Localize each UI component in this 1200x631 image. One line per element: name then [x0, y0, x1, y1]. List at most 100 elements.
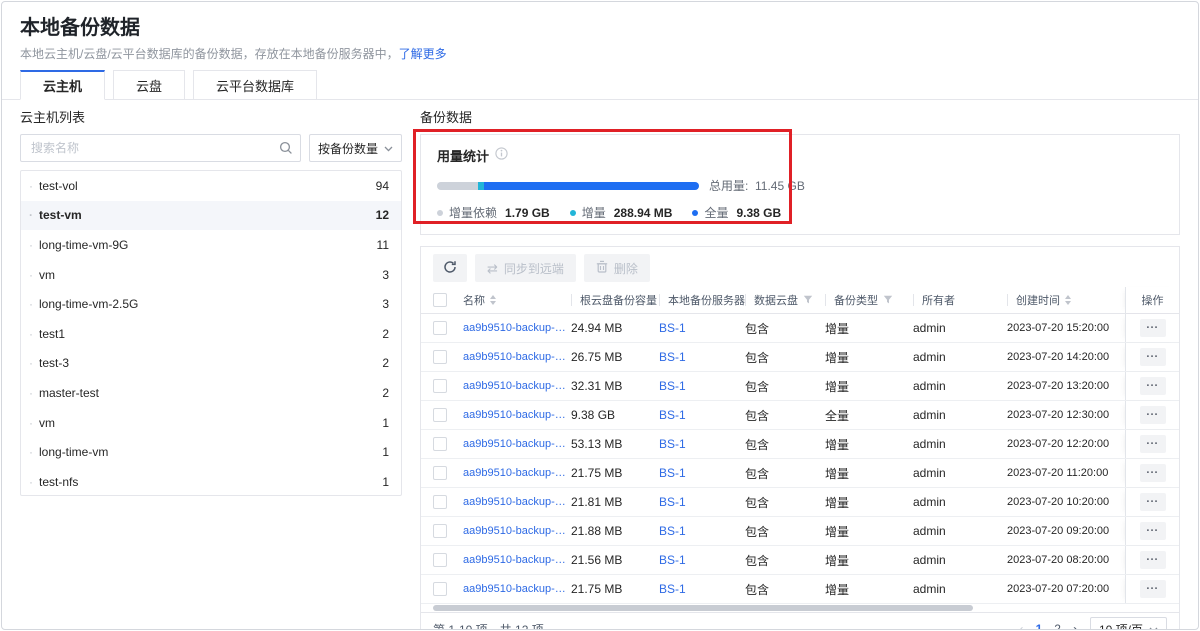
tab-platform-database[interactable]: 云平台数据库: [193, 70, 317, 100]
created-time: 2023-07-20 10:20:00: [1007, 496, 1109, 508]
more-actions-button[interactable]: [1140, 551, 1166, 569]
sort-select[interactable]: 按备份数量: [309, 134, 402, 162]
filter-icon[interactable]: [883, 295, 893, 305]
backup-server-link[interactable]: BS-1: [659, 350, 686, 364]
select-all-checkbox[interactable]: [433, 293, 447, 307]
search-wrap: [20, 134, 301, 162]
host-list-item[interactable]: vm 3: [21, 260, 401, 290]
backup-name-link[interactable]: aa9b9510-backup-2023-07-...: [463, 496, 571, 508]
backup-size: 24.94 MB: [571, 321, 622, 335]
host-list-item[interactable]: master-test 2: [21, 378, 401, 408]
backup-size: 32.31 MB: [571, 379, 622, 393]
table-header-row: 名称 根云盘备份容量 本地备份服务器: [421, 287, 1179, 314]
page-number-button[interactable]: 1: [1036, 623, 1043, 630]
usage-progress-bar: [437, 182, 699, 190]
bullet-icon: [29, 386, 39, 400]
more-actions-button[interactable]: [1140, 319, 1166, 337]
sort-icon[interactable]: [490, 295, 496, 305]
host-backup-count: 11: [377, 238, 389, 252]
row-checkbox[interactable]: [433, 321, 447, 335]
backup-name-link[interactable]: aa9b9510-backup-2023-07-...: [463, 322, 571, 334]
horizontal-scrollbar-thumb[interactable]: [433, 605, 973, 611]
more-actions-button[interactable]: [1140, 377, 1166, 395]
page-number-button[interactable]: 2: [1054, 623, 1061, 630]
row-checkbox[interactable]: [433, 553, 447, 567]
backup-name-link[interactable]: aa9b9510-backup-2023-07-...: [463, 351, 571, 363]
backup-server-link[interactable]: BS-1: [659, 408, 686, 422]
row-checkbox[interactable]: [433, 524, 447, 538]
legend-value: 288.94 MB: [614, 206, 673, 220]
tab-cloud-disk[interactable]: 云盘: [113, 70, 185, 100]
host-list-item[interactable]: test-3 2: [21, 349, 401, 379]
host-name: long-time-vm-9G: [39, 238, 377, 252]
table-toolbar: ⇄ 同步到远端 删除: [421, 247, 1179, 287]
backup-table-card: ⇄ 同步到远端 删除 名称: [420, 246, 1180, 630]
host-list-item[interactable]: long-time-vm-2.5G 3: [21, 289, 401, 319]
host-list-item[interactable]: test1 2: [21, 319, 401, 349]
filter-icon[interactable]: [803, 295, 813, 305]
backup-server-link[interactable]: BS-1: [659, 321, 686, 335]
backup-server-link[interactable]: BS-1: [659, 553, 686, 567]
backup-size: 26.75 MB: [571, 350, 622, 364]
backup-server-link[interactable]: BS-1: [659, 466, 686, 480]
usage-total: 总用量: 11.45 GB: [709, 177, 805, 194]
prev-page-button[interactable]: ‹: [1019, 622, 1024, 631]
backup-type: 增量: [825, 494, 849, 511]
more-actions-button[interactable]: [1140, 580, 1166, 598]
page-size-select[interactable]: 10 项/页: [1090, 617, 1167, 630]
sync-to-remote-button[interactable]: ⇄ 同步到远端: [475, 254, 576, 282]
delete-button[interactable]: 删除: [584, 254, 650, 282]
info-icon[interactable]: [495, 147, 508, 165]
backup-server-link[interactable]: BS-1: [659, 379, 686, 393]
legend-dot-icon: [570, 210, 576, 216]
row-checkbox[interactable]: [433, 582, 447, 596]
backup-name-link[interactable]: aa9b9510-backup-2023-07-...: [463, 438, 571, 450]
learn-more-link[interactable]: 了解更多: [399, 47, 447, 61]
row-checkbox[interactable]: [433, 350, 447, 364]
more-actions-button[interactable]: [1140, 348, 1166, 366]
row-checkbox[interactable]: [433, 437, 447, 451]
search-input[interactable]: [20, 134, 301, 162]
row-checkbox[interactable]: [433, 408, 447, 422]
column-header-root-disk-capacity[interactable]: 根云盘备份容量: [571, 287, 659, 313]
backup-name-link[interactable]: aa9b9510-backup-2023-07-...: [463, 583, 571, 595]
host-list-item[interactable]: test-vm 12: [21, 201, 401, 231]
refresh-button[interactable]: [433, 254, 467, 282]
more-actions-button[interactable]: [1140, 493, 1166, 511]
more-actions-button[interactable]: [1140, 464, 1166, 482]
row-checkbox[interactable]: [433, 466, 447, 480]
backup-name-link[interactable]: aa9b9510-backup-2023-07-...: [463, 409, 571, 421]
tab-cloud-host[interactable]: 云主机: [20, 70, 105, 100]
backup-server-link[interactable]: BS-1: [659, 437, 686, 451]
search-icon[interactable]: [279, 141, 293, 160]
table-row: aa9b9510-backup-2023-07-... 53.13 MB BS-…: [421, 430, 1179, 459]
column-header-created-time[interactable]: 创建时间: [1007, 287, 1125, 313]
host-list-item[interactable]: test-vol 94: [21, 171, 401, 201]
backup-name-link[interactable]: aa9b9510-backup-2023-07-...: [463, 525, 571, 537]
more-actions-button[interactable]: [1140, 406, 1166, 424]
app-window: 本地备份数据 本地云主机/云盘/云平台数据库的备份数据，存放在本地备份服务器中，…: [1, 1, 1199, 630]
sort-icon[interactable]: [1065, 295, 1071, 305]
host-list-item[interactable]: long-time-vm-9G 11: [21, 230, 401, 260]
row-checkbox[interactable]: [433, 495, 447, 509]
column-header-name[interactable]: 名称: [463, 287, 571, 313]
backup-name-link[interactable]: aa9b9510-backup-2023-07-...: [463, 380, 571, 392]
column-header-data-disk[interactable]: 数据云盘: [745, 287, 825, 313]
row-checkbox[interactable]: [433, 379, 447, 393]
column-header-backup-type[interactable]: 备份类型: [825, 287, 913, 313]
host-list-item[interactable]: long-time-vm 1: [21, 437, 401, 467]
more-actions-button[interactable]: [1140, 522, 1166, 540]
pagination: ‹ 1 2 › 10 项/页: [1019, 617, 1167, 630]
more-actions-button[interactable]: [1140, 435, 1166, 453]
backup-name-link[interactable]: aa9b9510-backup-2023-07-...: [463, 467, 571, 479]
backup-server-link[interactable]: BS-1: [659, 582, 686, 596]
backup-name-link[interactable]: aa9b9510-backup-2023-07-...: [463, 554, 571, 566]
next-page-button[interactable]: ›: [1073, 622, 1078, 631]
backup-server-link[interactable]: BS-1: [659, 495, 686, 509]
host-list-item[interactable]: test-nfs 1: [21, 467, 401, 496]
table-row: aa9b9510-backup-2023-07-... 24.94 MB BS-…: [421, 314, 1179, 343]
host-list-item[interactable]: vm 1: [21, 408, 401, 438]
usage-title: 用量统计: [437, 146, 489, 165]
backup-server-link[interactable]: BS-1: [659, 524, 686, 538]
legend-label: 全量: [704, 204, 728, 221]
